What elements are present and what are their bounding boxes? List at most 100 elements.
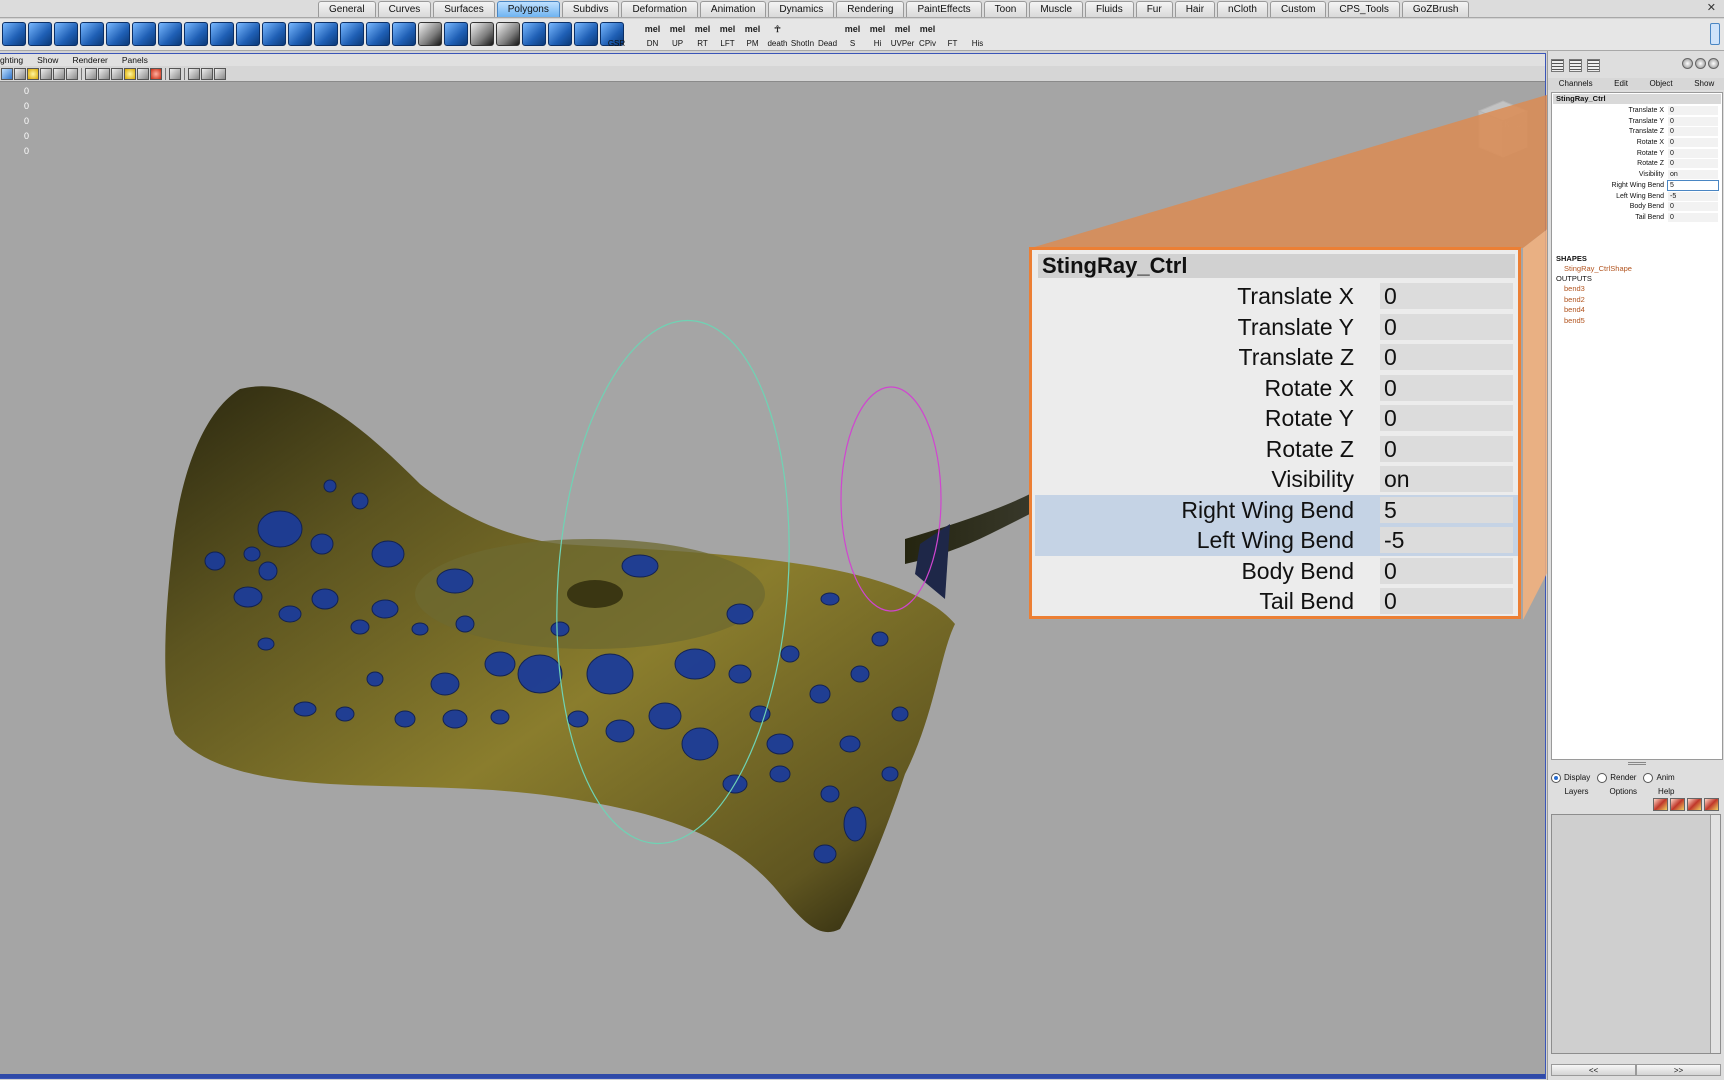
channel-box-icon[interactable]	[1551, 59, 1564, 72]
polygon-tool-icon[interactable]	[2, 22, 26, 46]
polygon-tool-icon[interactable]	[28, 22, 52, 46]
shelf-button-pm[interactable]: mel PM	[740, 20, 765, 48]
channel-value-field[interactable]: 0	[1668, 159, 1718, 169]
channel-row-tail-bend[interactable]: Tail Bend 0	[1552, 212, 1722, 224]
layer-scrollbar[interactable]	[1710, 815, 1720, 1053]
layer-prev-button[interactable]: <<	[1551, 1064, 1636, 1076]
channel-value-field[interactable]: 0	[1668, 148, 1718, 158]
tab-dynamics[interactable]: Dynamics	[768, 1, 835, 17]
tab-surfaces[interactable]: Surfaces	[433, 1, 495, 17]
channel-node-name[interactable]: StingRay_Ctrl	[1553, 94, 1721, 104]
close-icon[interactable]: ✕	[1707, 1, 1716, 14]
polygon-tool-icon[interactable]	[574, 22, 598, 46]
channel-row-body-bend[interactable]: Body Bend 0	[1552, 202, 1722, 213]
polygon-tool-icon[interactable]	[418, 22, 442, 46]
panel-tool-icon[interactable]	[201, 68, 213, 80]
radio-display[interactable]: Display	[1551, 772, 1590, 784]
layer-menu-options[interactable]: Options	[1609, 786, 1637, 797]
new-layer-selected-icon[interactable]	[1670, 798, 1685, 811]
shelf-button-hi[interactable]: mel Hi	[865, 20, 890, 48]
channel-value-field[interactable]: -5	[1668, 191, 1718, 201]
channel-row-translate-z[interactable]: Translate Z 0	[1552, 127, 1722, 138]
layer-list[interactable]	[1551, 814, 1721, 1054]
polygon-tool-icon[interactable]	[106, 22, 130, 46]
polygon-tool-icon[interactable]	[366, 22, 390, 46]
panel-tool-icon[interactable]	[98, 68, 110, 80]
tab-curves[interactable]: Curves	[377, 1, 432, 17]
panel-tool-icon[interactable]	[27, 68, 39, 80]
panel-menu-ghting[interactable]: ghting	[0, 54, 23, 66]
channel-menu-show[interactable]: Show	[1694, 78, 1714, 90]
channel-value-field[interactable]: on	[1668, 170, 1718, 180]
visibility-icon[interactable]	[1695, 58, 1706, 69]
panel-tool-icon[interactable]	[124, 68, 136, 80]
shelf-button-s[interactable]: mel S	[840, 20, 865, 48]
channel-value-field[interactable]: 0	[1668, 212, 1718, 222]
panel-menu-panels[interactable]: Panels	[108, 54, 148, 66]
polygon-tool-icon[interactable]	[470, 22, 494, 46]
tab-painteffects[interactable]: PaintEffects	[906, 1, 982, 17]
polygon-tool-icon[interactable]	[392, 22, 416, 46]
tab-ncloth[interactable]: nCloth	[1217, 1, 1268, 17]
radio-anim[interactable]: Anim	[1643, 772, 1675, 784]
layer-down-icon[interactable]	[1704, 798, 1719, 811]
polygon-tool-icon[interactable]	[444, 22, 468, 46]
layer-up-icon[interactable]	[1687, 798, 1702, 811]
new-layer-icon[interactable]	[1653, 798, 1668, 811]
pin-icon[interactable]	[1708, 58, 1719, 69]
tool-settings-icon[interactable]	[1587, 59, 1600, 72]
channel-value-field[interactable]: 0	[1668, 202, 1718, 212]
tab-animation[interactable]: Animation	[699, 1, 767, 17]
layout-toggle-icon[interactable]	[1710, 23, 1720, 45]
tab-rendering[interactable]: Rendering	[836, 1, 905, 17]
layer-menu-layers[interactable]: Layers	[1564, 786, 1588, 797]
tab-hair[interactable]: Hair	[1174, 1, 1216, 17]
channel-row-rotate-z[interactable]: Rotate Z 0	[1552, 159, 1722, 170]
panel-tool-icon[interactable]	[111, 68, 123, 80]
channel-value-field[interactable]: 0	[1668, 138, 1718, 148]
shelf-button-uvper[interactable]: mel UVPer	[890, 20, 915, 48]
panel-tool-icon[interactable]	[66, 68, 78, 80]
polygon-tool-icon[interactable]	[314, 22, 338, 46]
channel-row-rotate-y[interactable]: Rotate Y 0	[1552, 148, 1722, 160]
polygon-tool-icon[interactable]	[236, 22, 260, 46]
tab-subdivs[interactable]: Subdivs	[561, 1, 620, 17]
layer-next-button[interactable]: >>	[1636, 1064, 1721, 1076]
output-node-bend3[interactable]: bend3	[1564, 284, 1585, 295]
shelf-button-shotin[interactable]: ShotIn	[790, 20, 815, 48]
panel-tool-icon[interactable]	[1, 68, 13, 80]
tab-cps-tools[interactable]: CPS_Tools	[1328, 1, 1400, 17]
output-node-bend2[interactable]: bend2	[1564, 295, 1585, 306]
output-node-bend5[interactable]: bend5	[1564, 316, 1585, 327]
polygon-tool-icon[interactable]	[184, 22, 208, 46]
channel-menu-channels[interactable]: Channels	[1559, 78, 1593, 90]
panel-tool-icon[interactable]	[53, 68, 65, 80]
tab-polygons[interactable]: Polygons	[496, 1, 560, 17]
output-node-bend4[interactable]: bend4	[1564, 305, 1585, 316]
panel-tool-icon[interactable]	[150, 68, 162, 80]
channel-row-rotate-x[interactable]: Rotate X 0	[1552, 138, 1722, 149]
shelf-button-cpiv[interactable]: mel CPiv	[915, 20, 940, 48]
tab-custom[interactable]: Custom	[1269, 1, 1327, 17]
polygon-tool-icon[interactable]	[288, 22, 312, 46]
channel-menu-edit[interactable]: Edit	[1614, 78, 1628, 90]
panel-tool-icon[interactable]	[169, 68, 181, 80]
attribute-editor-icon[interactable]	[1569, 59, 1582, 72]
panel-tool-icon[interactable]	[14, 68, 26, 80]
polygon-tool-icon[interactable]	[340, 22, 364, 46]
tab-fluids[interactable]: Fluids	[1085, 1, 1134, 17]
shelf-button-his[interactable]: His	[965, 20, 990, 48]
channel-value-field[interactable]: 0	[1668, 106, 1718, 115]
panel-tool-icon[interactable]	[137, 68, 149, 80]
tab-fur[interactable]: Fur	[1135, 1, 1173, 17]
gsr-button[interactable]: GSR	[604, 20, 629, 48]
polygon-tool-icon[interactable]	[80, 22, 104, 46]
polygon-tool-icon[interactable]	[548, 22, 572, 46]
key-icon[interactable]	[1682, 58, 1693, 69]
panel-tool-icon[interactable]	[85, 68, 97, 80]
tab-deformation[interactable]: Deformation	[621, 1, 698, 17]
panel-splitter[interactable]	[1628, 762, 1646, 765]
shape-node[interactable]: StingRay_CtrlShape	[1564, 264, 1632, 273]
shelf-button-ft[interactable]: FT	[940, 20, 965, 48]
shelf-button-up[interactable]: mel UP	[665, 20, 690, 48]
